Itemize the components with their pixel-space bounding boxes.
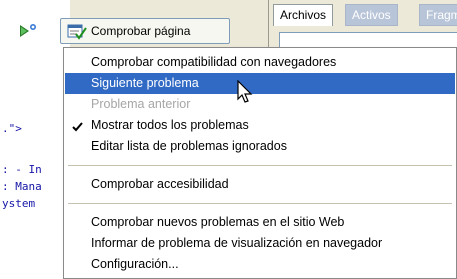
code-line: : Mana	[2, 180, 42, 193]
menu-item-report-browser-rendering-problem[interactable]: Informar de problema de visualización en…	[65, 233, 455, 254]
menu-item-settings[interactable]: Configuración...	[65, 254, 455, 275]
menu-item-label: Mostrar todos los problemas	[91, 118, 249, 132]
code-editor[interactable]: ."> : - In : Mana ystem	[0, 58, 62, 279]
check-page-button[interactable]: Comprobar página	[60, 18, 230, 44]
code-line: : - In	[2, 163, 42, 176]
menu-separator	[68, 165, 452, 166]
tab-archivos[interactable]: Archivos	[273, 4, 334, 26]
check-page-menu: Comprobar compatibilidad con navegadores…	[63, 47, 457, 279]
menu-item-check-new-problems-site[interactable]: Comprobar nuevos problemas en el sitio W…	[65, 212, 455, 233]
menu-separator	[68, 203, 452, 204]
browser-check-arrow-icon[interactable]	[18, 22, 38, 40]
menu-item-previous-problem: Problema anterior	[91, 97, 191, 111]
menu-item-next-problem[interactable]: Siguiente problema	[65, 73, 455, 94]
menu-item-check-browser-compatibility[interactable]: Comprobar compatibilidad con navegadores	[65, 52, 455, 73]
tab-fragmentos[interactable]: Fragm	[419, 4, 457, 26]
checkmark-icon	[72, 119, 84, 132]
mouse-cursor-icon	[237, 79, 259, 106]
tab-activos[interactable]: Activos	[345, 4, 398, 26]
menu-item-show-all-problems[interactable]: Mostrar todos los problemas	[65, 115, 455, 136]
code-line: .">	[2, 122, 22, 135]
check-page-icon	[67, 23, 87, 40]
check-page-label: Comprobar página	[91, 24, 191, 38]
menu-item-check-accessibility[interactable]: Comprobar accesibilidad	[65, 174, 455, 195]
menu-item-edit-ignored-problems[interactable]: Editar lista de problemas ignorados	[65, 136, 455, 157]
code-line: ystem	[2, 197, 36, 210]
files-panel: Archivos Activos Fragm	[268, 0, 457, 54]
